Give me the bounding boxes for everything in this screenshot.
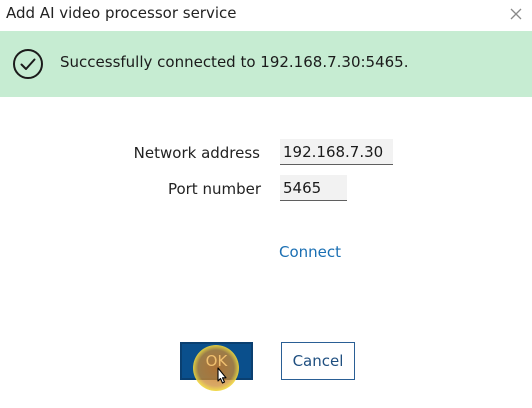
close-icon — [510, 8, 522, 20]
success-banner: Successfully connected to 192.168.7.30:5… — [0, 31, 532, 97]
port-number-label: Port number — [167, 180, 261, 198]
port-number-input[interactable] — [280, 175, 347, 201]
dialog-title: Add AI video processor service — [6, 4, 237, 22]
close-button[interactable] — [504, 2, 528, 26]
network-address-label: Network address — [133, 144, 260, 162]
connect-link[interactable]: Connect — [279, 243, 341, 261]
add-ai-video-processor-dialog: Add AI video processor service Successfu… — [0, 0, 532, 408]
ok-button[interactable] — [180, 342, 253, 380]
network-address-input[interactable] — [280, 139, 393, 165]
check-circle-icon — [13, 49, 43, 79]
cancel-button[interactable]: Cancel — [281, 342, 355, 380]
success-message: Successfully connected to 192.168.7.30:5… — [60, 53, 409, 71]
